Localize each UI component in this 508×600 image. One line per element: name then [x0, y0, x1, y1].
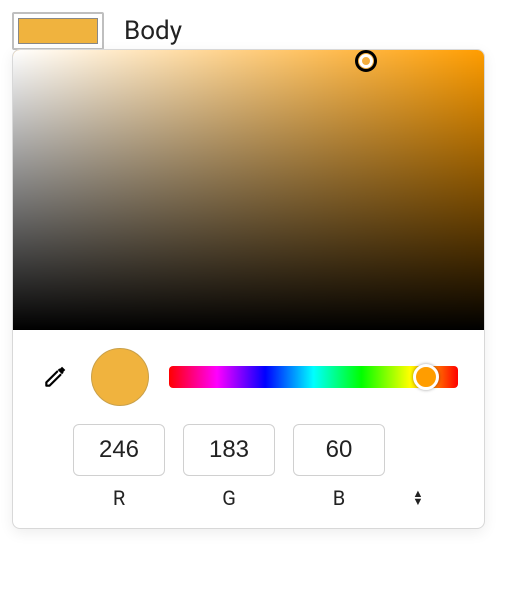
- blue-label: B: [293, 486, 385, 510]
- color-label: Body: [124, 16, 182, 46]
- green-input[interactable]: [183, 424, 275, 476]
- rgb-inputs-row: [13, 416, 484, 482]
- red-label: R: [73, 486, 165, 510]
- color-row: Body: [12, 12, 496, 50]
- tools-row: [13, 330, 484, 416]
- color-swatch-button[interactable]: [12, 12, 104, 50]
- saturation-value-panel[interactable]: [13, 50, 484, 330]
- swatch-fill: [18, 18, 98, 44]
- sv-cursor[interactable]: [355, 50, 377, 72]
- hue-slider[interactable]: [169, 366, 458, 388]
- color-preview-circle: [91, 348, 149, 406]
- color-mode-toggle[interactable]: ▲ ▼: [403, 490, 433, 506]
- blue-input[interactable]: [293, 424, 385, 476]
- chevron-down-icon: ▼: [413, 498, 424, 506]
- hue-thumb[interactable]: [413, 364, 439, 390]
- color-picker-popover: R G B ▲ ▼: [12, 49, 485, 529]
- rgb-labels-row: R G B ▲ ▼: [13, 482, 484, 528]
- red-input[interactable]: [73, 424, 165, 476]
- green-label: G: [183, 486, 275, 510]
- eyedropper-icon[interactable]: [39, 361, 71, 393]
- sv-black-layer: [13, 50, 484, 330]
